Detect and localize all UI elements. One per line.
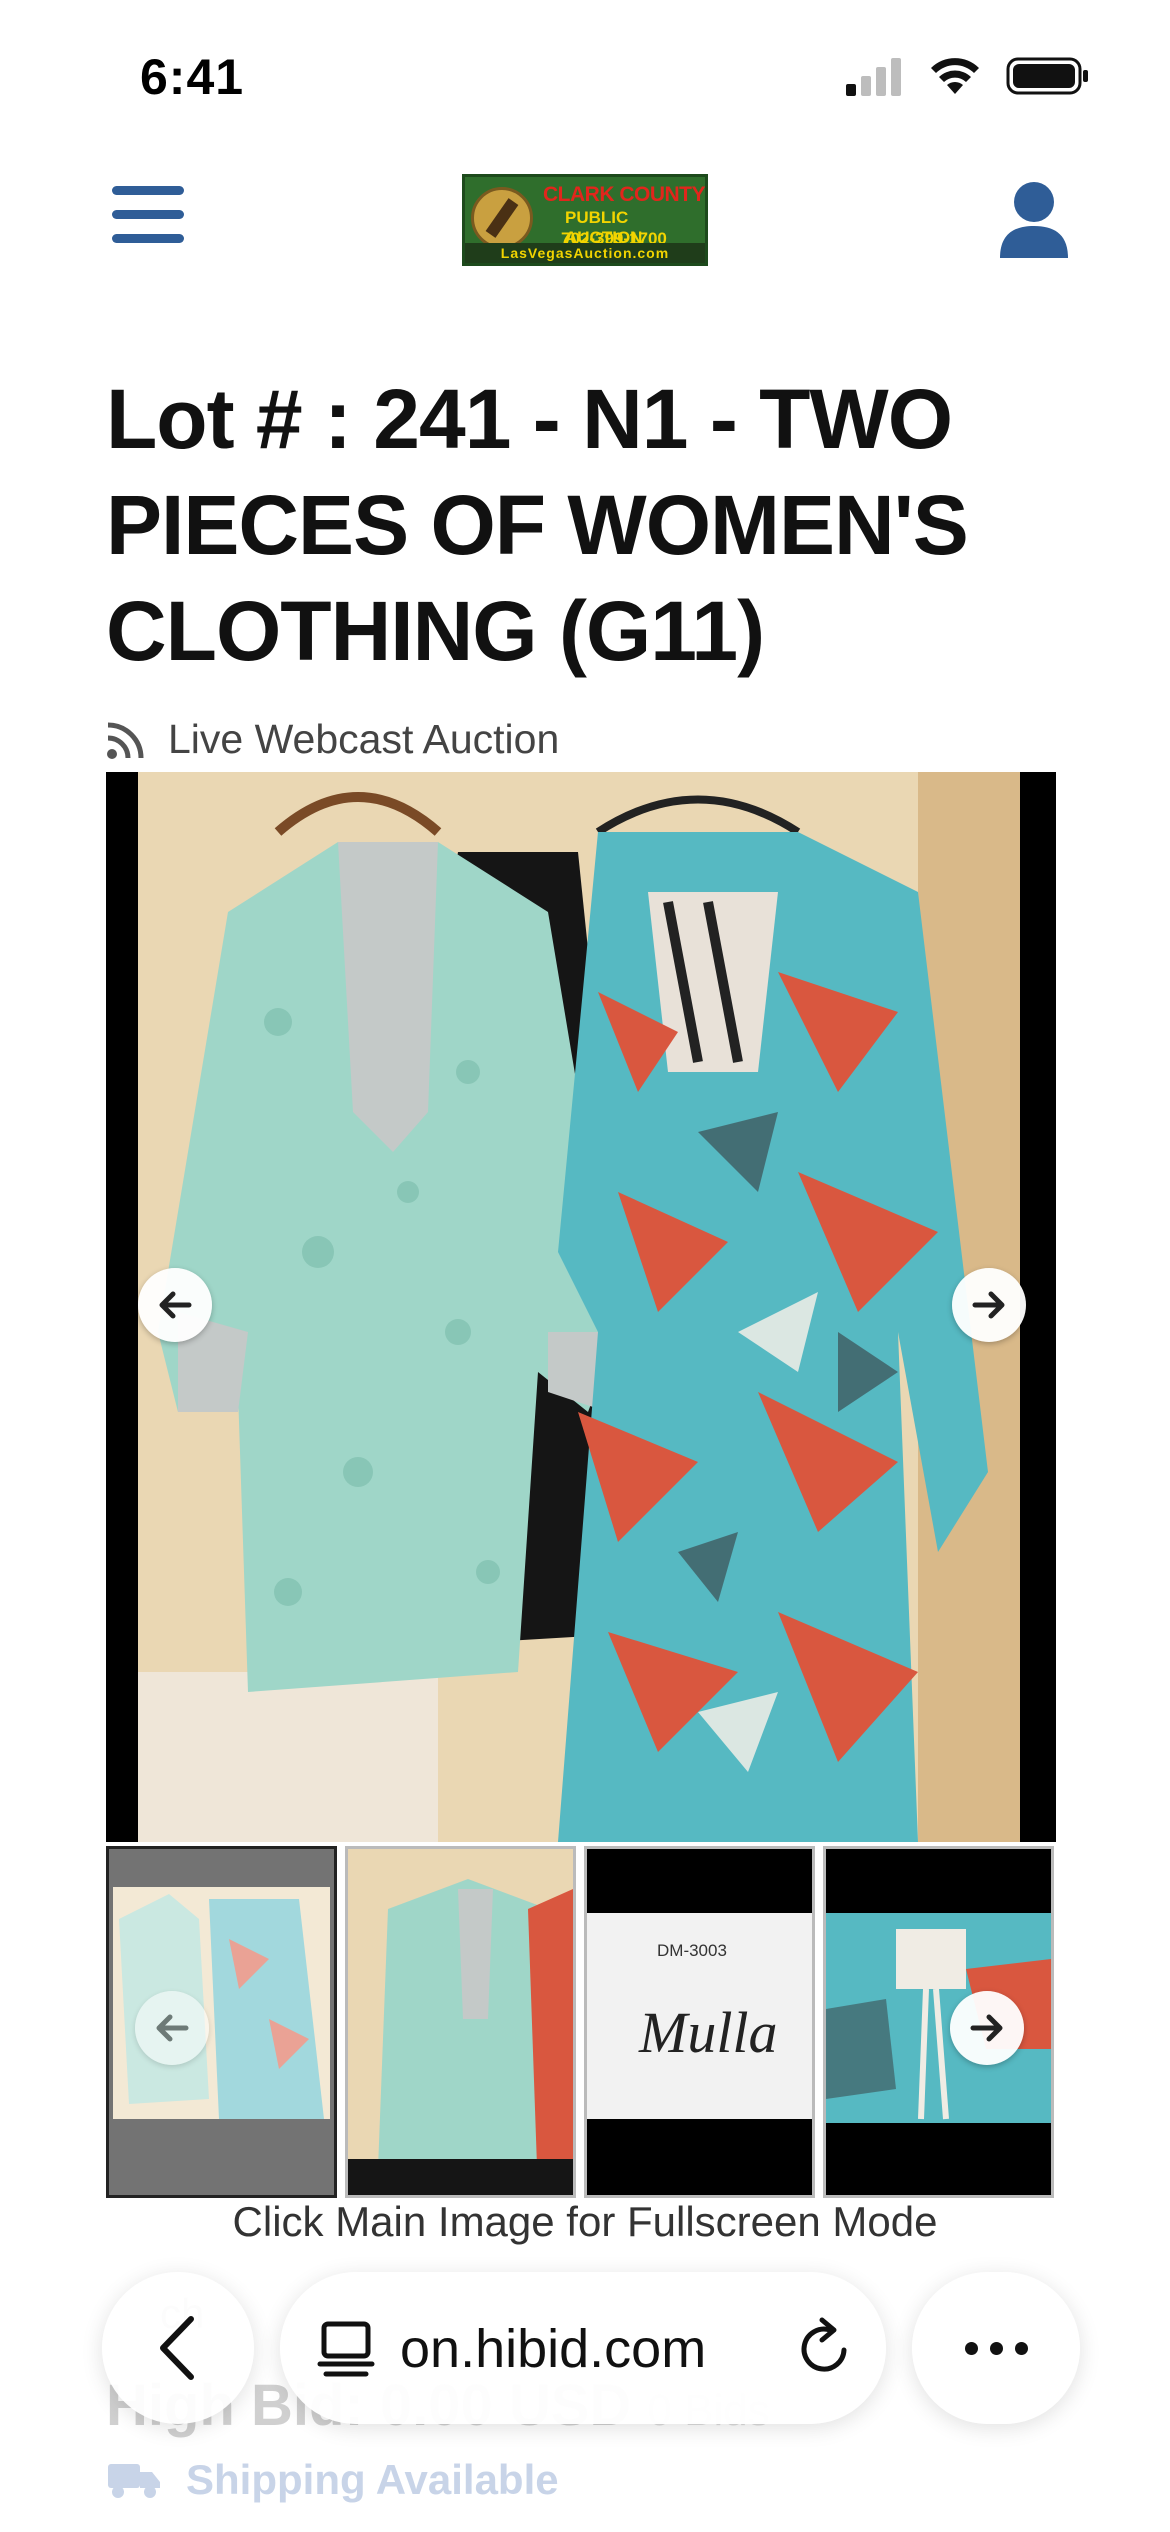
cellular-signal-icon xyxy=(846,58,901,96)
thumbnail-label-code: DM-3003 xyxy=(657,1941,727,1960)
browser-more-options-icon[interactable] xyxy=(912,2272,1080,2424)
fullscreen-hint: Click Main Image for Fullscreen Mode xyxy=(232,2198,938,2245)
wifi-icon xyxy=(931,58,979,94)
thumbnail-2[interactable] xyxy=(345,1846,576,2198)
previous-image-arrow-icon[interactable] xyxy=(138,1268,212,1342)
battery-icon xyxy=(1006,57,1088,95)
thumbnail-prev-arrow-icon[interactable] xyxy=(135,1991,209,2065)
tabs-overview-icon[interactable] xyxy=(316,2318,376,2378)
main-lot-image[interactable] xyxy=(106,772,1056,1842)
truck-icon xyxy=(108,2464,160,2498)
logo-website: LasVegasAuction.com xyxy=(465,243,705,263)
shipping-available: Shipping Available xyxy=(106,2456,559,2504)
gavel-seal-icon xyxy=(471,187,533,249)
auction-type-label: Live Webcast Auction xyxy=(168,716,560,762)
shipping-label: Shipping Available xyxy=(186,2456,559,2503)
browser-address-bar[interactable]: on.hibid.com xyxy=(280,2272,886,2424)
reload-icon[interactable] xyxy=(796,2316,856,2380)
browser-bottom-bar: on.hibid.com xyxy=(0,2250,1170,2424)
clothing-photo xyxy=(138,772,1020,1842)
lot-title: Lot # : 241 - N1 - TWO PIECES OF WOMEN'S… xyxy=(106,372,969,678)
auction-type: Live Webcast Auction xyxy=(106,716,559,763)
user-account-icon[interactable] xyxy=(998,180,1070,260)
thumbnail-1[interactable] xyxy=(106,1846,337,2198)
webcast-rss-icon xyxy=(107,722,144,759)
status-bar: 6:41 xyxy=(0,0,1170,150)
thumbnail-strip: DM-3003 Mulla xyxy=(106,1846,1056,2198)
browser-back-chevron-icon[interactable] xyxy=(102,2272,254,2424)
next-image-arrow-icon[interactable] xyxy=(952,1268,1026,1342)
status-icons xyxy=(844,56,1090,96)
site-header: CLARK COUNTY PUBLIC AUCTION 702-399-1700… xyxy=(0,150,1170,300)
browser-url: on.hibid.com xyxy=(400,2319,707,2379)
hamburger-menu-icon[interactable] xyxy=(112,186,184,250)
thumbnail-label-brand: Mulla xyxy=(639,2000,778,2065)
thumbnail-next-arrow-icon[interactable] xyxy=(950,1991,1024,2065)
thumbnail-3[interactable]: DM-3003 Mulla xyxy=(584,1846,815,2198)
status-time: 6:41 xyxy=(140,49,245,105)
clark-county-auction-logo[interactable]: CLARK COUNTY PUBLIC AUCTION 702-399-1700… xyxy=(462,174,708,266)
thumbnail-4[interactable] xyxy=(823,1846,1054,2198)
logo-line-1: CLARK COUNTY xyxy=(543,183,705,206)
